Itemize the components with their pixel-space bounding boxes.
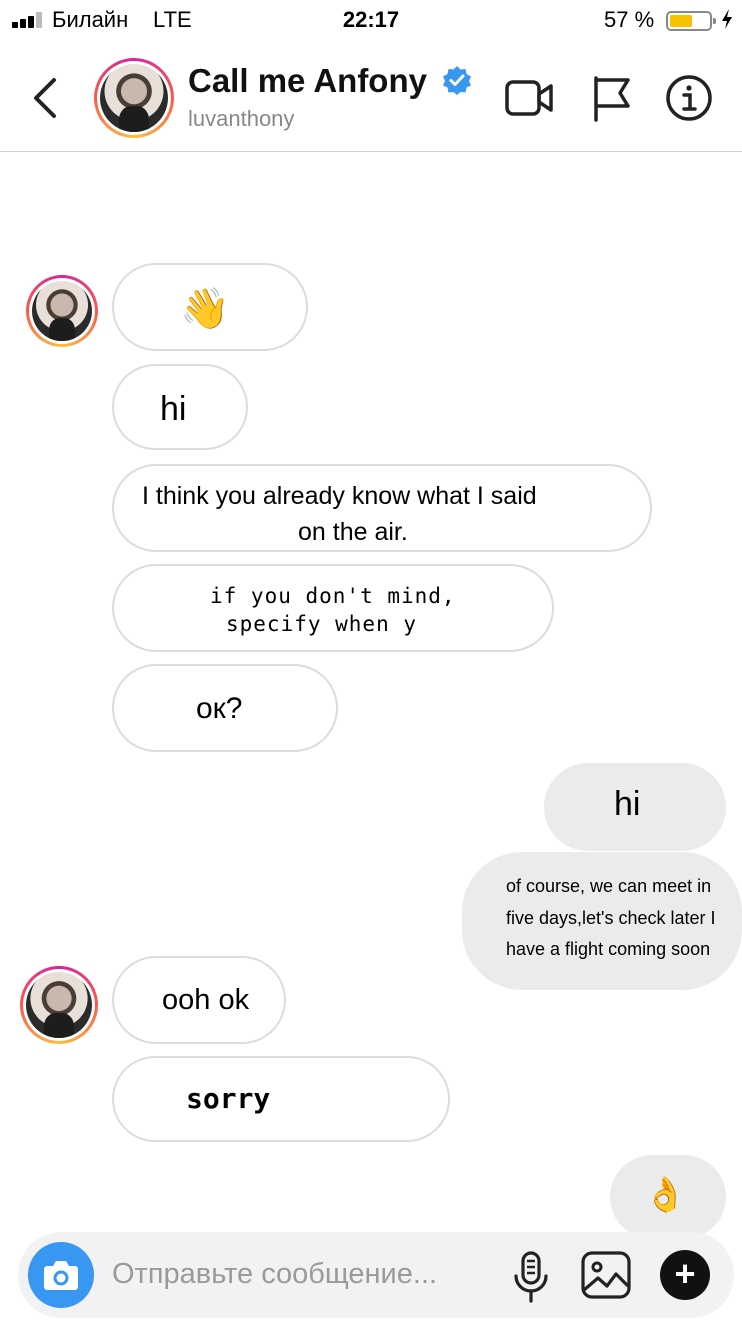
contact-name: Call me Anfony [188,62,427,99]
gallery-icon[interactable] [580,1250,632,1300]
microphone-icon[interactable] [512,1250,550,1304]
verified-badge-icon [443,66,472,96]
sender-avatar[interactable] [20,966,98,1044]
message-text-line: if you don't mind, [210,584,456,608]
message-bubble-incoming[interactable]: sorry [112,1056,450,1142]
contact-username: luvanthony [188,106,295,131]
chat-header: Call me Anfony luvanthony [0,40,742,152]
message-bubble-outgoing[interactable]: 👌 [610,1155,726,1239]
message-text-line: I think you already know what I said [142,482,537,510]
message-bubble-incoming[interactable]: if you don't mind, specify when y [112,564,554,652]
battery-icon [666,11,716,31]
contact-name-row[interactable]: Call me Anfony [188,62,472,100]
message-text: hi [160,390,187,428]
message-text-line: have a flight coming soon [506,939,711,959]
charging-bolt-icon [722,9,732,29]
chevron-left-icon[interactable] [28,76,64,120]
message-bubble-incoming[interactable]: hi [112,364,248,450]
video-camera-icon[interactable] [504,74,554,122]
camera-button[interactable] [28,1242,94,1308]
status-bar: Билайн LTE 22:17 57 % [0,0,742,40]
message-bubble-incoming[interactable]: ок? [112,664,338,752]
sender-avatar[interactable] [26,275,98,347]
message-text-line: of course, we can meet in [506,876,712,896]
message-bubble-incoming[interactable]: I think you already know what I said on … [112,464,652,552]
message-text: 👋 [180,287,230,331]
battery-percent: 57 % [604,7,655,32]
battery-level-fill [670,15,692,27]
header-avatar[interactable] [94,58,174,138]
message-text: sorry [186,1082,271,1115]
message-text-line: five days,let's check later I [506,908,716,928]
message-text-line: specify when y [226,612,418,636]
message-bubble-incoming[interactable]: ooh ok [112,956,286,1044]
message-input[interactable] [112,1258,492,1291]
flag-icon[interactable] [588,74,638,122]
message-bubble-outgoing[interactable]: of course, we can meet in five days,let'… [462,852,742,990]
message-bubble-outgoing[interactable]: hi [544,763,726,851]
message-text: hi [614,785,641,823]
message-text: ooh ok [162,984,250,1016]
message-text-line: on the air. [298,518,408,546]
message-bubble-incoming[interactable]: 👋 [112,263,308,351]
message-text: 👌 [644,1176,687,1214]
message-composer: + [18,1232,734,1318]
plus-icon[interactable]: + [660,1250,710,1300]
info-icon[interactable] [664,74,714,122]
message-text: ок? [196,692,243,725]
camera-icon [44,1261,78,1290]
